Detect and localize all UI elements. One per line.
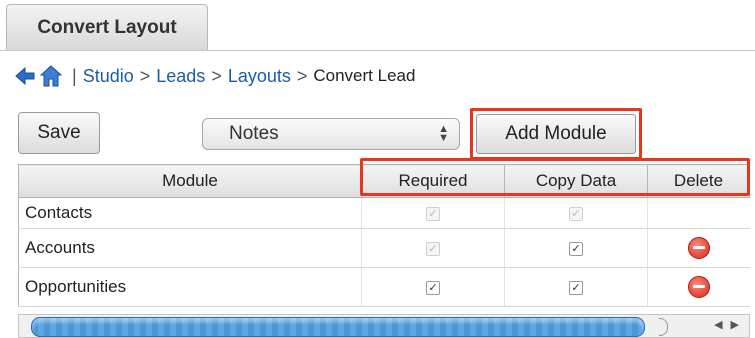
required-checkbox: ✓ [426, 241, 440, 256]
copy-data-checkbox: ✓ [569, 206, 583, 221]
scroll-arrows[interactable]: ◀ ▶ [714, 318, 739, 331]
select-arrows-icon: ▲ ▼ [438, 123, 449, 144]
scrollbar-thumb[interactable] [31, 317, 645, 337]
scroll-left-icon[interactable]: ◀ [714, 318, 722, 331]
module-select[interactable]: Notes ▲ ▼ [202, 118, 460, 150]
required-checkbox[interactable]: ✓ [426, 280, 440, 295]
column-header-module[interactable]: Module [18, 164, 362, 198]
breadcrumb: | Studio > Leads > Layouts > Convert Lea… [14, 62, 415, 90]
breadcrumb-separator: > [296, 65, 308, 86]
breadcrumb-separator: > [139, 65, 151, 86]
add-module-button[interactable]: Add Module [476, 114, 636, 154]
module-name: Accounts [18, 228, 362, 268]
horizontal-scrollbar[interactable]: ◀ ▶ [18, 314, 750, 338]
module-name: Opportunities [18, 267, 362, 307]
delete-icon[interactable] [687, 237, 710, 259]
tab-bar: Convert Layout [0, 0, 755, 51]
back-arrow-icon[interactable] [14, 64, 36, 88]
scroll-right-icon[interactable]: ▶ [731, 318, 739, 331]
copy-data-checkbox[interactable]: ✓ [569, 241, 583, 256]
breadcrumb-studio[interactable]: Studio [83, 66, 134, 87]
module-name: Contacts [18, 197, 362, 229]
breadcrumb-current: Convert Lead [313, 66, 416, 85]
tab-convert-layout[interactable]: Convert Layout [6, 4, 208, 50]
module-select-value: Notes [229, 123, 279, 144]
breadcrumb-divider: | [72, 65, 77, 86]
home-icon[interactable] [40, 64, 62, 88]
columns-highlight [360, 158, 750, 196]
scrollbar-track-end [659, 318, 668, 336]
required-checkbox: ✓ [426, 206, 440, 221]
breadcrumb-layouts[interactable]: Layouts [228, 66, 291, 87]
table-row: Contacts ✓ ✓ [18, 197, 750, 229]
breadcrumb-separator: > [211, 65, 222, 86]
table-row: Opportunities ✓ ✓ [18, 267, 750, 307]
copy-data-checkbox[interactable]: ✓ [569, 280, 583, 295]
delete-icon[interactable] [687, 276, 710, 298]
save-button[interactable]: Save [18, 112, 100, 154]
breadcrumb-leads[interactable]: Leads [156, 66, 205, 87]
table-row: Accounts ✓ ✓ [18, 228, 750, 268]
